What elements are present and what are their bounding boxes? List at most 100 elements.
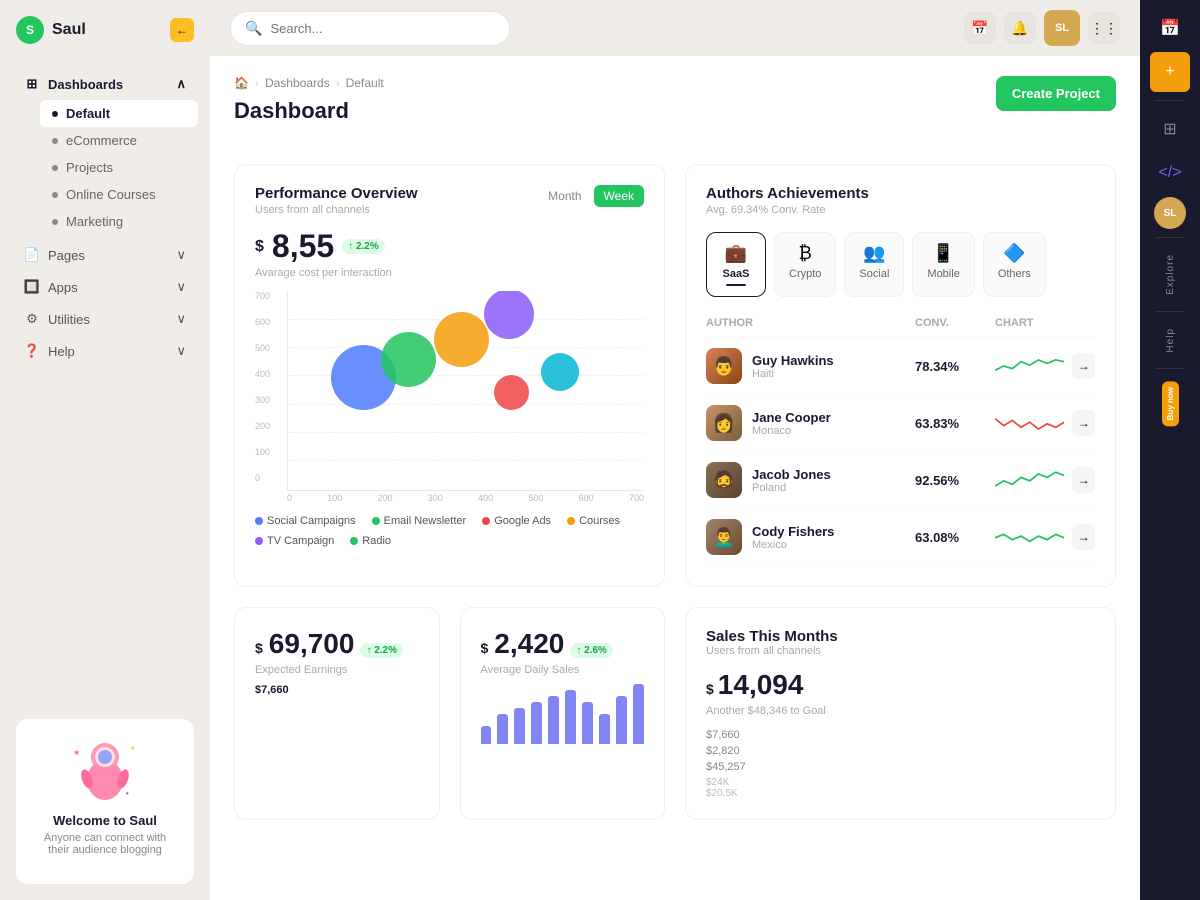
bar-8: [599, 714, 610, 744]
view-btn-jacob[interactable]: →: [1072, 467, 1095, 493]
rs-code-icon[interactable]: </>: [1150, 153, 1190, 193]
search-box[interactable]: 🔍: [230, 11, 510, 46]
bubble-chart-container: 7006005004003002001000: [255, 291, 644, 503]
mobile-icon: 📱: [932, 243, 954, 264]
cat-tab-others[interactable]: 🔷 Others: [983, 232, 1046, 297]
metric-number: 8,55: [272, 228, 334, 265]
sidebar-item-help[interactable]: ❓ Help ∨: [12, 335, 198, 367]
category-tabs: 💼 SaaS ₿ Crypto 👥 Social 📱 Mobile: [706, 232, 1095, 297]
authors-header: Authors Achievements Avg. 69.34% Conv. R…: [706, 185, 1095, 216]
sidebar-nav: ⊞ Dashboards ∧ Default eCommerce Project…: [0, 60, 210, 703]
sales-scale: $24K: [706, 777, 1095, 788]
chevron-up-icon: ∧: [176, 76, 186, 92]
sidebar-item-utilities[interactable]: ⚙ Utilities ∨: [12, 303, 198, 335]
avatar-jane: 👩: [706, 405, 742, 441]
rs-sep-1: [1155, 100, 1185, 101]
bubble-email: [381, 332, 436, 387]
legend-social: Social Campaigns: [255, 515, 356, 527]
rs-grid-icon[interactable]: ⊞: [1150, 109, 1190, 149]
legend-dot-courses: [567, 517, 575, 525]
sidebar-item-marketing[interactable]: Marketing: [40, 208, 198, 235]
breadcrumb-dashboards[interactable]: Dashboards: [265, 76, 330, 90]
others-icon: 🔷: [1003, 243, 1025, 264]
nav-section-dashboards: ⊞ Dashboards ∧ Default eCommerce Project…: [12, 68, 198, 235]
sales-subtitle: Users from all channels: [706, 645, 1095, 657]
author-text-jane: Jane Cooper Monaco: [752, 410, 831, 437]
sales-goal: Another $48,346 to Goal: [706, 705, 1095, 717]
sidebar-item-apps[interactable]: 🔲 Apps ∨: [12, 271, 198, 303]
bar-4: [531, 702, 542, 744]
bar-6: [565, 690, 576, 744]
sidebar-item-pages[interactable]: 📄 Pages ∨: [12, 239, 198, 271]
crypto-icon: ₿: [799, 243, 812, 264]
bar-7: [582, 702, 593, 744]
sidebar-item-dashboards[interactable]: ⊞ Dashboards ∧: [12, 68, 198, 100]
sidebar-toggle-btn[interactable]: ←: [170, 18, 194, 42]
create-project-button[interactable]: Create Project: [996, 76, 1116, 111]
tab-week[interactable]: Week: [594, 185, 644, 207]
dashboard-icon: ⊞: [24, 76, 40, 92]
rs-sep-3: [1155, 311, 1185, 312]
authors-table: Author Conv. Chart 👨 Guy Hawkins Haiti: [706, 313, 1095, 566]
sidebar-bottom: ★ ★ ★ Welcome to Saul Anyone can connect…: [0, 703, 210, 900]
perf-subtitle: Users from all channels: [255, 204, 418, 216]
performance-card: Performance Overview Users from all chan…: [234, 164, 665, 587]
breadcrumb: 🏠 › Dashboards › Default: [234, 76, 384, 90]
sidebar-item-projects[interactable]: Projects: [40, 154, 198, 181]
grid-icon-btn[interactable]: ⋮⋮: [1088, 12, 1120, 44]
mini-chart-cody: →: [995, 522, 1095, 552]
rs-explore-label[interactable]: Explore: [1165, 246, 1176, 303]
cat-tab-saas[interactable]: 💼 SaaS: [706, 232, 766, 297]
rs-calendar-icon[interactable]: 📅: [1150, 8, 1190, 48]
saas-icon: 💼: [725, 243, 747, 264]
topbar-right: 📅 🔔 SL ⋮⋮: [964, 10, 1120, 46]
bubble-tv: [484, 291, 534, 339]
rs-buy-now-btn[interactable]: Buy now: [1162, 381, 1179, 426]
legend-dot-tv: [255, 537, 263, 545]
chevron-down-utilities-icon: ∨: [176, 311, 186, 327]
perf-title: Performance Overview: [255, 185, 418, 202]
rs-sep-2: [1155, 237, 1185, 238]
conv-rate-jane: 63.83%: [915, 416, 995, 431]
legend-tv: TV Campaign: [255, 535, 334, 547]
view-btn-jane[interactable]: →: [1072, 410, 1095, 436]
tab-month[interactable]: Month: [538, 185, 591, 207]
sidebar-item-ecommerce[interactable]: eCommerce: [40, 127, 198, 154]
bottom-cards: $ 69,700 ↑ 2.2% Expected Earnings $7,660…: [234, 607, 1116, 820]
rs-sep-4: [1155, 368, 1185, 369]
mini-chart-jane: →: [995, 408, 1095, 438]
sales-amounts: $7,660 $2,820 $45,257: [706, 729, 1095, 773]
sidebar-item-online-courses[interactable]: Online Courses: [40, 181, 198, 208]
bubble-chart: [287, 291, 644, 491]
dot-projects: [52, 165, 58, 171]
bubble-radio: [541, 353, 579, 391]
bar-9: [616, 696, 627, 744]
nav-sub-dashboards: Default eCommerce Projects Online Course…: [12, 100, 198, 235]
earnings-value: $ 69,700 ↑ 2.2%: [255, 628, 419, 660]
page-header: 🏠 › Dashboards › Default Dashboard Creat…: [234, 76, 1116, 144]
rs-avatar-icon[interactable]: SL: [1154, 197, 1186, 229]
table-row: 👨‍🦱 Cody Fishers Mexico 63.08% →: [706, 509, 1095, 566]
legend-courses: Courses: [567, 515, 620, 527]
cat-tab-crypto[interactable]: ₿ Crypto: [774, 232, 836, 297]
cat-tab-social[interactable]: 👥 Social: [844, 232, 904, 297]
sidebar-header: S Saul ←: [0, 0, 210, 60]
legend-dot-google: [482, 517, 490, 525]
view-btn-guy[interactable]: →: [1072, 353, 1095, 379]
welcome-card: ★ ★ ★ Welcome to Saul Anyone can connect…: [16, 719, 194, 884]
user-avatar[interactable]: SL: [1044, 10, 1080, 46]
view-btn-cody[interactable]: →: [1072, 524, 1095, 550]
active-underline: [726, 284, 746, 286]
notifications-icon-btn[interactable]: 🔔: [1004, 12, 1036, 44]
sidebar-item-default[interactable]: Default: [40, 100, 198, 127]
bubble-courses: [434, 312, 489, 367]
rs-add-icon[interactable]: +: [1150, 52, 1190, 92]
daily-sales-value: $ 2,420 ↑ 2.6%: [481, 628, 645, 660]
rs-help-label[interactable]: Help: [1165, 320, 1176, 361]
cat-tab-mobile[interactable]: 📱 Mobile: [912, 232, 974, 297]
search-input[interactable]: [270, 21, 495, 36]
utilities-icon: ⚙: [24, 311, 40, 327]
pages-icon: 📄: [24, 247, 40, 263]
calendar-icon-btn[interactable]: 📅: [964, 12, 996, 44]
legend-dot-email: [372, 517, 380, 525]
